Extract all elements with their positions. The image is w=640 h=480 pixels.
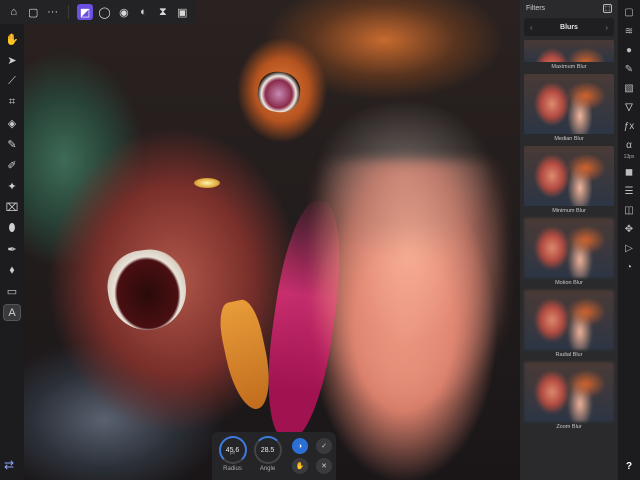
fill-tool-icon[interactable]: ⬧ (4, 263, 20, 278)
orange-paint-splash (215, 297, 277, 413)
radius-label: Radius (223, 466, 242, 472)
filters-icon[interactable]: ▽ (622, 101, 636, 114)
history-icon[interactable]: ◔ (622, 261, 636, 274)
apply-button[interactable]: ✓ (316, 438, 332, 454)
crop-tool-icon[interactable]: ⌗ (4, 95, 20, 110)
toolbar-divider (68, 5, 70, 19)
inpainting-brush-tool-icon[interactable]: ⬮ (4, 221, 20, 236)
filter-thumbnail-zoom-blur[interactable]: Zoom Blur (524, 362, 614, 430)
radius-dial-ring[interactable]: 45.6 px (218, 436, 247, 464)
navigator-icon[interactable]: ✥ (622, 223, 636, 236)
angle-label: Angle (259, 466, 276, 472)
top-toolbar: ⌂ ▢ ··· ◩ ◯ ◉ ◐ ⧗ ▣ (0, 0, 196, 24)
documents-icon[interactable]: ▢ (622, 6, 636, 19)
filter-thumbnails-list: Maximum Blur Median Blur Minimum Blur Mo… (520, 40, 618, 434)
layers-icon[interactable]: ≋ (622, 25, 636, 38)
camera-icon[interactable]: ◼ (622, 166, 636, 179)
lion-roaring-mouth (255, 69, 303, 115)
selection-brush-tool-icon[interactable]: ◈ (4, 116, 20, 131)
affinity-photo-app: ⌂ ▢ ··· ◩ ◯ ◉ ◐ ⧗ ▣ ✋ ➤ ⟋ ⌗ ◈ ✎ ✐ ✦ ⌧ ⬮ … (0, 0, 640, 480)
filter-thumbnail-motion-blur[interactable]: Motion Blur (524, 218, 614, 286)
radius-dial[interactable]: 45.6 px Radius (218, 436, 247, 472)
hand-tool-button[interactable]: ✋ (292, 458, 308, 474)
clone-brush-tool-icon[interactable]: ⌧ (4, 200, 20, 215)
filter-category-selector[interactable]: ‹ Blurs › (524, 18, 614, 36)
macros-icon[interactable]: ◫ (622, 204, 636, 217)
liquify-persona-icon[interactable]: ◉ (116, 4, 131, 20)
adjustments-icon[interactable]: ƒx (622, 120, 636, 133)
more-icon[interactable]: ··· (45, 4, 60, 20)
text-tool-icon[interactable]: A (3, 304, 21, 321)
filter-preview-image (524, 146, 614, 206)
export-persona-icon[interactable]: ▣ (175, 4, 190, 20)
filter-preview-image (524, 290, 614, 350)
next-category-icon[interactable]: › (605, 23, 608, 32)
document-canvas[interactable] (24, 0, 520, 480)
angle-dial[interactable]: 28.5 º Angle (253, 436, 282, 472)
erase-brush-tool-icon[interactable]: ✐ (4, 158, 20, 173)
filter-preview-image (524, 218, 614, 278)
filter-label: Median Blur (554, 136, 584, 142)
filter-preview-image (524, 362, 614, 422)
develop-persona-icon[interactable]: ◐ (136, 4, 151, 20)
filter-label: Zoom Blur (556, 424, 582, 430)
photo-persona-icon[interactable]: ◩ (77, 4, 93, 20)
play-icon[interactable]: ▷ (622, 242, 636, 255)
dodge-brush-tool-icon[interactable]: ✦ (4, 179, 20, 194)
filter-category-label: Blurs (560, 23, 578, 31)
glowing-eye (194, 178, 220, 188)
filters-title: Filters (526, 4, 546, 12)
move-tool-icon[interactable]: ➤ (4, 53, 20, 68)
channels-icon[interactable]: ▧ (622, 82, 636, 95)
preview-toggle-button[interactable]: ◑ (292, 438, 308, 454)
text-styles-icon[interactable]: α (622, 139, 636, 152)
swap-colors-icon[interactable]: ⇄ (4, 458, 14, 472)
filter-action-buttons: ◑ ✓ ✋ ✕ (292, 438, 332, 474)
help-icon[interactable]: ? (626, 461, 632, 472)
view-tool-icon[interactable]: ✋ (4, 32, 20, 47)
filter-preview-image (524, 74, 614, 134)
pen-tool-icon[interactable]: ✒ (4, 242, 20, 257)
filter-controls-panel: 45.6 px Radius 28.5 º Angle ◑ ✓ ✋ ✕ (212, 432, 336, 480)
tools-panel: ✋ ➤ ⟋ ⌗ ◈ ✎ ✐ ✦ ⌧ ⬮ ✒ ⬧ ▭ A ⇄ (0, 24, 24, 480)
filter-label: Motion Blur (555, 280, 583, 286)
filter-thumbnail-radial-blur[interactable]: Radial Blur (524, 290, 614, 358)
radius-unit: px (229, 450, 236, 456)
cancel-button[interactable]: ✕ (316, 458, 332, 474)
color-icon[interactable]: ● (622, 44, 636, 57)
angle-dial-ring[interactable]: 28.5 º (253, 436, 282, 464)
paint-brush-tool-icon[interactable]: ✎ (4, 137, 20, 152)
selection-persona-icon[interactable]: ◯ (97, 4, 112, 20)
transform-icon[interactable]: ☰ (622, 185, 636, 198)
filters-panel: Filters ⬚ ‹ Blurs › Maximum Blur Median … (520, 0, 618, 480)
screaming-mouth (102, 244, 192, 336)
tone-map-persona-icon[interactable]: ⧗ (155, 4, 170, 20)
filter-label: Radial Blur (555, 352, 583, 358)
filters-header: Filters ⬚ (520, 0, 618, 16)
panel-options-icon[interactable]: ⬚ (603, 3, 612, 13)
filter-thumbnail-maximum-blur[interactable]: Maximum Blur (524, 40, 614, 70)
previous-category-icon[interactable]: ‹ (530, 23, 533, 32)
rectangle-tool-icon[interactable]: ▭ (4, 284, 20, 299)
brushes-icon[interactable]: ✎ (622, 63, 636, 76)
filter-label: Minimum Blur (552, 208, 586, 214)
document-icon[interactable]: ▢ (25, 4, 40, 20)
filter-thumbnail-minimum-blur[interactable]: Minimum Blur (524, 146, 614, 214)
studio-bar: ▢ ≋ ● ✎ ▧ ▽ ƒx α 13px ◼ ☰ ◫ ✥ ▷ ◔ ? (618, 0, 640, 480)
font-size-caption: 13px (623, 154, 635, 160)
angle-unit: º (266, 450, 269, 456)
motion-blurred-fist (314, 160, 504, 400)
menu-icon[interactable]: ⌂ (6, 4, 21, 20)
color-picker-tool-icon[interactable]: ⟋ (4, 74, 20, 89)
filter-label: Maximum Blur (551, 64, 587, 70)
filter-preview-image (524, 40, 614, 62)
filter-thumbnail-median-blur[interactable]: Median Blur (524, 74, 614, 142)
